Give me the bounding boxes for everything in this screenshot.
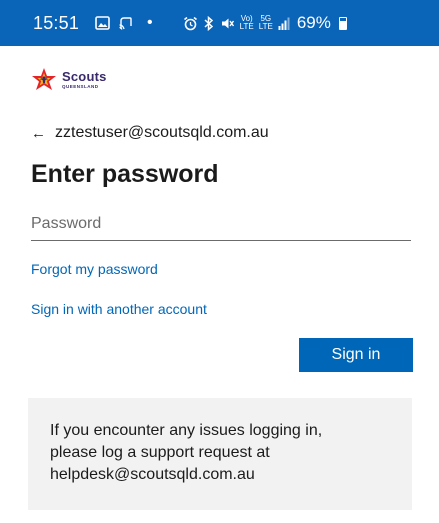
logo-name: Scouts — [62, 69, 107, 85]
scouts-emblem-icon — [32, 68, 56, 90]
identity-banner[interactable]: ← zztestuser@scoutsqld.com.au — [31, 124, 269, 142]
lte-bottom-label: LTE — [258, 22, 273, 31]
support-info-line-1: If you encounter any issues logging in, — [50, 422, 323, 439]
bluetooth-icon — [203, 15, 215, 31]
forgot-password-link[interactable]: Forgot my password — [31, 261, 158, 277]
signal-icon — [278, 17, 290, 30]
alarm-icon — [183, 16, 198, 31]
battery-icon — [338, 16, 347, 30]
password-input[interactable] — [31, 207, 411, 241]
status-bar-right: Vo) LTE 5G LTE 69% — [183, 13, 347, 33]
mute-icon — [220, 16, 235, 31]
volte-bottom-label: LTE — [239, 22, 254, 31]
identity-email: zztestuser@scoutsqld.com.au — [55, 124, 269, 141]
scouts-logo: Scouts QUEENSLAND — [30, 67, 107, 93]
sign-in-button[interactable]: Sign in — [299, 338, 413, 372]
notification-dot-icon: • — [147, 14, 153, 31]
status-time: 15:51 — [33, 12, 80, 33]
gallery-icon — [95, 16, 110, 30]
volte-icon: Vo) LTE — [240, 15, 254, 31]
status-bar: 15:51 • Vo) LTE 5G LTE 69% — [0, 0, 439, 46]
support-info-line-3: helpdesk@scoutsqld.com.au — [50, 466, 255, 483]
logo-wordmark: Scouts QUEENSLAND — [62, 70, 107, 90]
lte-icon: 5G LTE — [259, 15, 273, 31]
sign-in-another-account-link[interactable]: Sign in with another account — [31, 301, 207, 317]
support-info-line-2: please log a support request at — [50, 444, 270, 461]
page-title: Enter password — [31, 160, 219, 188]
support-info-box: If you encounter any issues logging in, … — [28, 398, 412, 510]
cast-icon — [118, 16, 133, 31]
logo-subtitle: QUEENSLAND — [62, 84, 99, 90]
status-bar-left: 15:51 • — [33, 13, 161, 34]
back-arrow-icon[interactable]: ← — [31, 125, 46, 142]
battery-percent: 69% — [296, 13, 331, 32]
